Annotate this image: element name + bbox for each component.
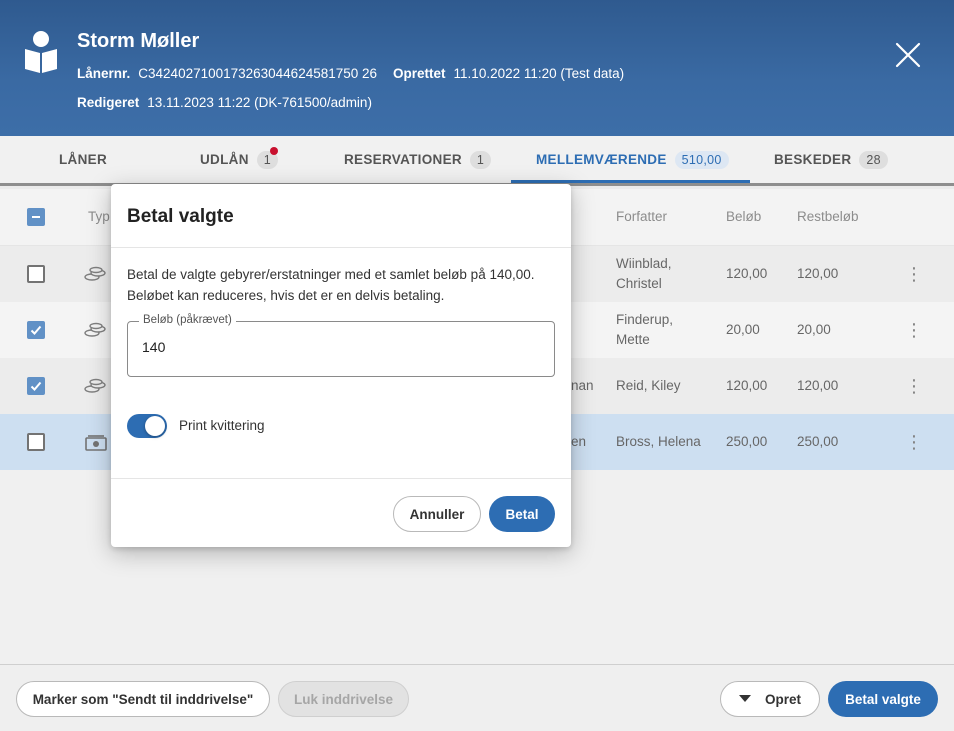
close-collection-button[interactable]: Luk inddrivelse [278, 681, 409, 717]
chevron-down-icon [738, 695, 751, 702]
notification-dot [270, 146, 279, 155]
pay-selected-dialog: Betal valgte Betal de valgte gebyrer/ers… [111, 184, 571, 547]
edited-label: Redigeret [77, 95, 140, 110]
tab-count-badge: 28 [859, 150, 888, 169]
amount-field-label: Beløb (påkrævet) [139, 314, 236, 326]
dialog-divider [111, 478, 571, 479]
tab-count-badge: 1 [469, 150, 492, 169]
tab-label: LÅNER [59, 152, 107, 167]
create-button-label: Opret [764, 691, 801, 707]
dialog-title: Betal valgte [127, 206, 234, 227]
cancel-button[interactable]: Annuller [393, 496, 481, 532]
tab-laaner[interactable]: LÅNER [59, 136, 107, 183]
amount-input[interactable] [142, 339, 532, 355]
dialog-description: Betal de valgte gebyrer/erstatninger med… [127, 267, 535, 303]
created-value: 11.10.2022 11:20 (Test data) [453, 66, 625, 81]
dialog-divider [111, 247, 571, 248]
patron-meta-line2: Redigeret 13.11.2023 11:22 (DK-761500/adm… [77, 95, 372, 110]
tab-label: UDLÅN [200, 152, 249, 167]
toggle-knob [145, 416, 165, 436]
tab-count-badge: 1 [256, 146, 279, 169]
patron-meta-line1: Lånernr. C3424027100173263044624581750 26… [77, 66, 624, 81]
created-label: Oprettet [393, 66, 446, 81]
active-tab-indicator [511, 180, 750, 183]
print-receipt-label: Print kvittering [179, 418, 265, 433]
patron-header: Storm Møller Lånernr. C342402710017326304… [0, 0, 954, 136]
tab-beskeder[interactable]: BESKEDER 28 [774, 136, 888, 183]
loaner-number-label: Lånernr. [77, 66, 131, 81]
tab-udlaan[interactable]: UDLÅN 1 [200, 136, 279, 183]
reader-avatar-icon [25, 31, 57, 73]
mark-sent-to-collection-button[interactable]: Marker som "Sendt til inddrivelse" [16, 681, 270, 717]
tab-label: MELLEMVÆRENDE [536, 152, 667, 167]
amount-field[interactable]: Beløb (påkrævet) [127, 314, 555, 377]
tab-count-badge: 510,00 [674, 150, 729, 169]
pay-selected-button[interactable]: Betal valgte [828, 681, 938, 717]
print-receipt-toggle[interactable] [127, 414, 167, 438]
pay-button[interactable]: Betal [489, 496, 555, 532]
tab-bar: LÅNER UDLÅN 1 RESERVATIONER 1 MELLEMVÆRE… [0, 136, 954, 186]
action-footer: Marker som "Sendt til inddrivelse" Luk i… [0, 664, 954, 731]
create-button[interactable]: Opret [720, 681, 820, 717]
tab-reservationer[interactable]: RESERVATIONER 1 [344, 136, 492, 183]
patron-name: Storm Møller [77, 30, 200, 52]
loaner-number-value: C3424027100173263044624581750 26 [138, 66, 378, 81]
tab-count: 1 [263, 152, 272, 167]
edited-value: 13.11.2023 11:22 (DK-761500/admin) [147, 95, 372, 110]
tab-label: BESKEDER [774, 152, 852, 167]
close-icon[interactable] [893, 40, 923, 70]
tab-label: RESERVATIONER [344, 152, 462, 167]
tab-mellemvaerende[interactable]: MELLEMVÆRENDE 510,00 [536, 136, 729, 183]
